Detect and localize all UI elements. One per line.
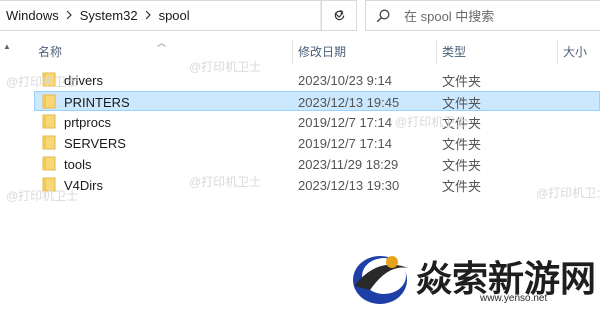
- column-header-date[interactable]: 修改日期: [298, 36, 346, 66]
- watermark: @打印机卫士: [6, 75, 79, 89]
- column-header-name[interactable]: 名称: [38, 36, 62, 66]
- file-type: 文件夹: [442, 136, 482, 152]
- file-date: 2023/12/13 19:45: [298, 94, 400, 110]
- breadcrumb-spool[interactable]: spool: [159, 8, 190, 23]
- watermark: @打印机卫士: [189, 60, 262, 74]
- file-row-drivers[interactable]: drivers 2023/10/23 9:14 文件夹: [34, 70, 600, 90]
- file-type: 文件夹: [442, 157, 482, 173]
- logo-emblem-icon: [353, 256, 408, 304]
- file-date: 2023/12/13 19:30: [298, 177, 400, 193]
- file-type: 文件夹: [442, 178, 482, 194]
- site-logo: 焱索新游网 www.yenso.net: [348, 244, 598, 309]
- folder-icon: [42, 113, 56, 132]
- search-box[interactable]: 在 spool 中搜索: [365, 0, 600, 31]
- search-icon: [376, 9, 390, 22]
- file-date: 2019/12/7 17:14: [298, 135, 392, 151]
- column-header-size[interactable]: 大小: [563, 36, 587, 66]
- file-name: tools: [64, 156, 92, 172]
- refresh-button[interactable]: [321, 0, 357, 31]
- toolbar: Windows System32 spool 在 spool 中搜索: [0, 0, 600, 33]
- file-row-tools[interactable]: tools 2023/11/29 18:29 文件夹: [34, 154, 600, 174]
- chevron-right-icon[interactable]: [66, 9, 73, 23]
- file-type: 文件夹: [442, 95, 482, 111]
- file-name: prtprocs: [64, 114, 111, 130]
- search-placeholder: 在 spool 中搜索: [404, 9, 495, 24]
- breadcrumb-windows[interactable]: Windows: [6, 8, 59, 23]
- file-row-servers[interactable]: SERVERS 2019/12/7 17:14 文件夹: [34, 133, 600, 153]
- file-row-prtprocs[interactable]: prtprocs 2019/12/7 17:14 文件夹: [34, 112, 600, 132]
- file-date: 2023/11/29 18:29: [298, 156, 399, 172]
- watermark: @打印机卫士: [189, 175, 262, 189]
- column-header-type[interactable]: 类型: [442, 36, 466, 66]
- file-row-v4dirs[interactable]: V4Dirs 2023/12/13 19:30 文件夹: [34, 175, 600, 195]
- folder-icon: [42, 93, 56, 112]
- column-divider[interactable]: [436, 40, 437, 64]
- file-type: 文件夹: [442, 73, 482, 89]
- refresh-icon: [334, 9, 345, 21]
- watermark: @打印机卫士: [536, 186, 600, 200]
- folder-icon: [42, 155, 56, 174]
- file-date: 2019/12/7 17:14: [298, 114, 392, 130]
- breadcrumb-system32[interactable]: System32: [80, 8, 138, 23]
- column-header-row: 名称 修改日期 类型 大小: [0, 36, 600, 66]
- logo-url: www.yenso.net: [480, 293, 548, 304]
- column-divider[interactable]: [557, 40, 558, 64]
- watermark: @打印机卫士: [395, 115, 468, 129]
- file-row-printers[interactable]: PRINTERS 2023/12/13 19:45 文件夹: [34, 91, 600, 111]
- chevron-right-icon[interactable]: [145, 9, 152, 23]
- column-divider[interactable]: [292, 40, 293, 64]
- file-name: SERVERS: [64, 135, 126, 151]
- file-date: 2023/10/23 9:14: [298, 72, 392, 88]
- address-bar[interactable]: Windows System32 spool: [0, 0, 357, 31]
- watermark: @打印机卫士: [6, 189, 79, 203]
- file-name: PRINTERS: [64, 94, 130, 110]
- folder-icon: [42, 134, 56, 153]
